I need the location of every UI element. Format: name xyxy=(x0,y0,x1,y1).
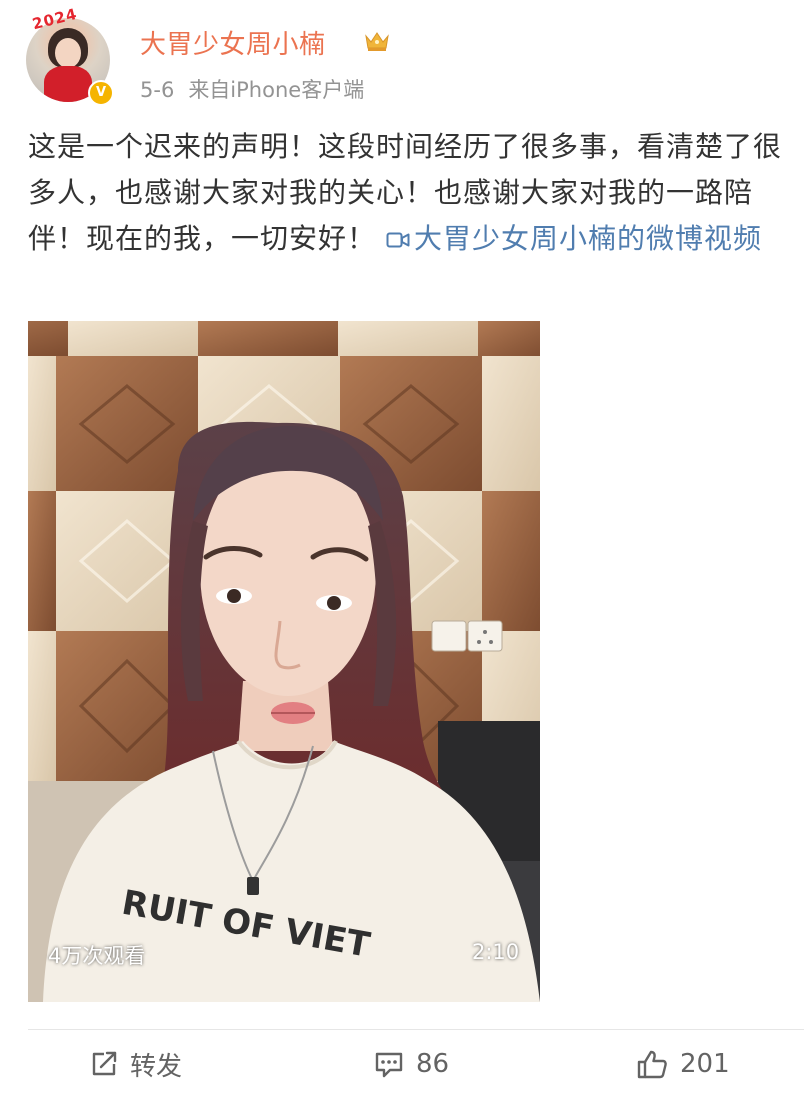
video-link[interactable]: 大胃少女周小楠的微博视频 xyxy=(376,222,762,255)
crown-icon xyxy=(365,32,389,51)
video-camera-icon xyxy=(386,232,410,248)
post-meta: 5-6 来自iPhone客户端 xyxy=(140,74,364,104)
repost-icon xyxy=(92,1051,117,1076)
post-text: 这是一个迟来的声明！这段时间经历了很多事，看清楚了很多人，也感谢大家对我的关心！… xyxy=(28,124,784,262)
post-source: 来自iPhone客户端 xyxy=(188,78,365,102)
video-duration: 2:10 xyxy=(472,940,520,964)
verified-icon: V xyxy=(88,80,114,106)
like-count: 201 xyxy=(680,1049,730,1079)
weibo-post: 2024 V 大胃少女周小楠 5-6 来自iPhone客户端 这是一个迟来的声明！… xyxy=(0,0,804,1099)
like-icon xyxy=(637,1050,667,1079)
post-date: 5-6 xyxy=(140,78,175,102)
video-thumbnail: RUIT OF VIET xyxy=(28,321,540,1002)
video-player[interactable]: RUIT OF VIET xyxy=(28,321,540,1002)
comment-button[interactable]: 86 xyxy=(374,1046,449,1082)
repost-button[interactable]: 转发 xyxy=(90,1046,182,1082)
repost-label: 转发 xyxy=(130,1051,183,1082)
username[interactable]: 大胃少女周小楠 xyxy=(140,24,326,61)
like-button[interactable]: 201 xyxy=(636,1046,730,1082)
video-link-label: 大胃少女周小楠的微博视频 xyxy=(414,222,763,255)
comment-count: 86 xyxy=(416,1049,450,1079)
divider xyxy=(28,1029,804,1030)
video-view-count: 4万次观看 xyxy=(48,944,146,968)
comment-icon xyxy=(375,1052,403,1078)
